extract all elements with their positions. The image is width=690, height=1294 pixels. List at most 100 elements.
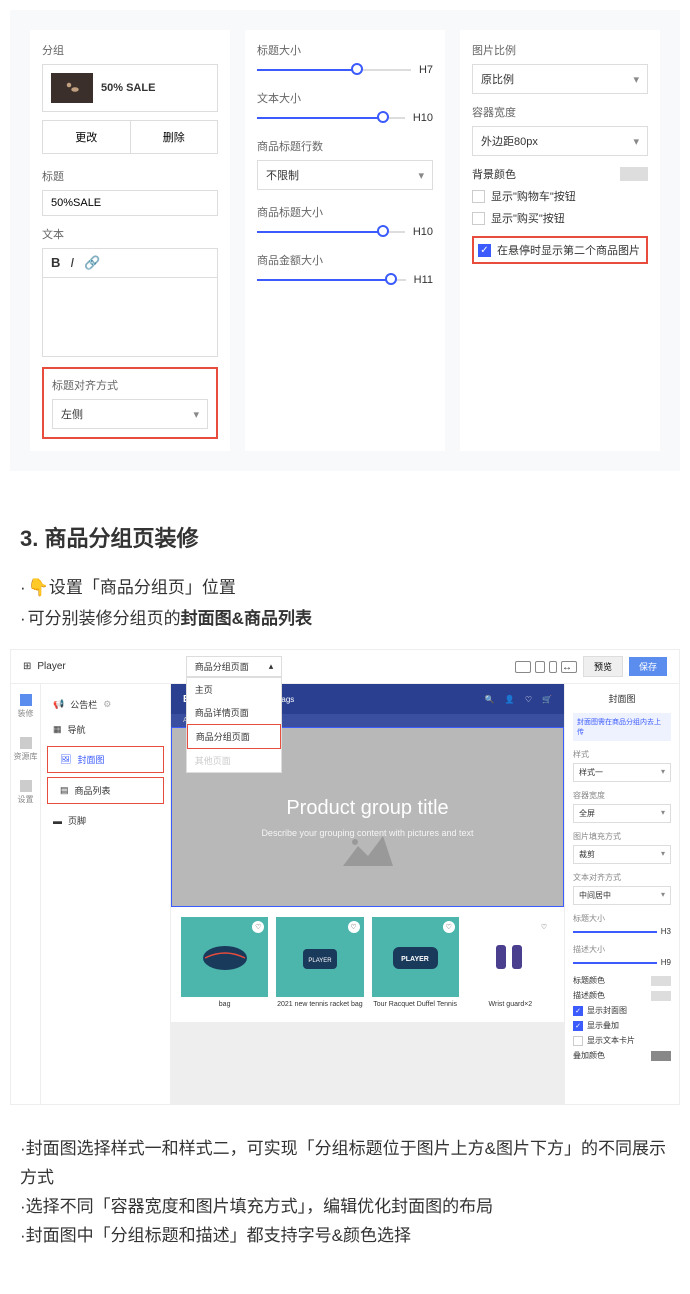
article-p3: 封面图中「分组标题和描述」都支持字号&颜色选择: [20, 1222, 670, 1251]
mountain-icon: [343, 836, 393, 866]
chevron-down-icon: [633, 135, 639, 148]
rp-notice: 封面图需在商品分组内去上传: [573, 713, 671, 741]
hover-second-checkbox[interactable]: ✓: [478, 244, 491, 257]
article-p2: 选择不同「容器宽度和图片填充方式」，编辑优化封面图的布局: [20, 1193, 670, 1222]
text-editor[interactable]: [42, 277, 218, 357]
bg-color-picker[interactable]: [620, 167, 648, 181]
section-sidebar: 📢公告栏⚙ ▦导航 🖼封面图 ▤商品列表 ▬页脚: [41, 684, 171, 1104]
ratio-select[interactable]: 原比例: [472, 64, 648, 94]
header-left: ⊞ Player: [23, 661, 66, 672]
nav-navigation[interactable]: ▦导航: [41, 717, 170, 742]
align-select[interactable]: 左侧: [52, 399, 208, 429]
title-lines-select[interactable]: 不限制: [257, 160, 433, 190]
save-button[interactable]: 保存: [629, 657, 667, 676]
title-color-picker[interactable]: [651, 976, 671, 986]
product-1[interactable]: ♡ bag: [181, 917, 268, 1012]
show-buy-row[interactable]: 显示"购买"按钮: [472, 210, 648, 226]
user-icon[interactable]: 👤: [505, 695, 515, 704]
bold-icon[interactable]: B: [51, 255, 60, 271]
hero-desc: Describe your grouping content with pict…: [261, 828, 473, 838]
show-card-checkbox[interactable]: [573, 1036, 583, 1046]
right-panel: 封面图 封面图需在商品分组内去上传 样式样式一 容器宽度全屏 图片填充方式裁剪 …: [564, 684, 679, 1104]
tablet-icon[interactable]: [535, 661, 545, 673]
show-cover-checkbox[interactable]: ✓: [573, 1006, 583, 1016]
rp-align-select[interactable]: 中间居中: [573, 886, 671, 905]
rp-desc-color-row: 描述颜色: [573, 990, 671, 1001]
heart-icon[interactable]: ♡: [525, 695, 532, 704]
product-title-size-value: H10: [413, 226, 433, 238]
dropdown-home[interactable]: 主页: [187, 678, 282, 701]
nav-icon: ▦: [53, 724, 62, 735]
rp-fill-select[interactable]: 裁剪: [573, 845, 671, 864]
ratio-label: 图片比例: [472, 42, 648, 58]
hover-second-row[interactable]: ✓ 在悬停时显示第二个商品图片: [478, 242, 642, 258]
fullwidth-icon[interactable]: ↔: [561, 661, 577, 673]
dropdown-other[interactable]: 其他页面: [187, 749, 282, 772]
editor-header: ⊞ Player 商品分组页面 ▴ 主页 商品详情页面 商品分组页面 其他页面 …: [11, 650, 679, 684]
nav-products[interactable]: ▤商品列表: [47, 777, 164, 804]
settings-icon: [20, 780, 32, 792]
desktop-icon[interactable]: [515, 661, 531, 673]
leftbar-resource[interactable]: 资源库: [14, 737, 38, 762]
delete-button[interactable]: 删除: [130, 120, 219, 154]
rp-show-overlay-row[interactable]: ✓显示叠加: [573, 1020, 671, 1031]
nav-footer[interactable]: ▬页脚: [41, 808, 170, 833]
mobile-icon[interactable]: [549, 661, 557, 673]
title-input[interactable]: [42, 190, 218, 216]
show-cart-checkbox[interactable]: [472, 190, 485, 203]
italic-icon[interactable]: I: [70, 255, 74, 271]
nav-cover[interactable]: 🖼封面图: [47, 746, 164, 773]
link-icon[interactable]: 🔗: [84, 255, 100, 271]
rp-show-cover-row[interactable]: ✓显示封面图: [573, 1005, 671, 1016]
announce-icon: 📢: [53, 699, 64, 710]
show-cart-row[interactable]: 显示"购物车"按钮: [472, 188, 648, 204]
width-label: 容器宽度: [472, 104, 648, 120]
text-size-label: 文本大小: [257, 90, 433, 106]
preview-button[interactable]: 预览: [583, 656, 623, 677]
product-price-size-slider[interactable]: [257, 279, 406, 281]
rp-width-select[interactable]: 全屏: [573, 804, 671, 823]
gear-icon[interactable]: ⚙: [103, 699, 111, 710]
leftbar-decorate[interactable]: 装修: [18, 694, 34, 719]
product-4[interactable]: ♡ Wrist guard×2: [467, 917, 554, 1012]
page-select[interactable]: 商品分组页面 ▴: [186, 656, 283, 677]
rp-desc-size-label: 描述大小: [573, 944, 671, 955]
chevron-down-icon: [661, 890, 665, 901]
rp-overlay-color-row: 叠加颜色: [573, 1050, 671, 1061]
product-2[interactable]: PLAYER ♡ 2021 new tennis racket bag: [276, 917, 363, 1012]
rp-style-select[interactable]: 样式一: [573, 763, 671, 782]
svg-text:PLAYER: PLAYER: [308, 958, 332, 964]
dropdown-detail[interactable]: 商品详情页面: [187, 701, 282, 724]
rp-desc-size-slider[interactable]: H9: [573, 958, 671, 967]
title-size-slider[interactable]: [257, 69, 411, 71]
text-toolbar: B I 🔗: [42, 248, 218, 277]
heart-icon[interactable]: ♡: [443, 921, 455, 933]
dropdown-group[interactable]: 商品分组页面: [187, 724, 282, 749]
title-lines-label: 商品标题行数: [257, 138, 433, 154]
width-select[interactable]: 外边距80px: [472, 126, 648, 156]
leftbar-settings[interactable]: 设置: [18, 780, 34, 805]
show-buy-checkbox[interactable]: [472, 212, 485, 225]
rp-fill-label: 图片填充方式: [573, 831, 671, 842]
change-button[interactable]: 更改: [42, 120, 130, 154]
rp-show-card-row[interactable]: 显示文本卡片: [573, 1035, 671, 1046]
show-overlay-checkbox[interactable]: ✓: [573, 1021, 583, 1031]
desc-color-picker[interactable]: [651, 991, 671, 1001]
resource-icon: [20, 737, 32, 749]
page-dropdown: 主页 商品详情页面 商品分组页面 其他页面: [186, 677, 283, 773]
product-title-size-slider[interactable]: [257, 231, 405, 233]
chevron-down-icon: [661, 808, 665, 819]
product-3[interactable]: PLAYER ♡ Tour Racquet Duffel Tennis: [372, 917, 459, 1012]
nav-announce[interactable]: 📢公告栏⚙: [41, 692, 170, 717]
rp-title-size-slider[interactable]: H3: [573, 927, 671, 936]
heart-icon[interactable]: ♡: [348, 921, 360, 933]
text-size-slider[interactable]: [257, 117, 405, 119]
bg-color-row: 背景颜色: [472, 166, 648, 182]
cart-icon[interactable]: 🛒: [542, 695, 552, 704]
section-3-heading: 3. 商品分组页装修: [20, 521, 670, 553]
search-icon[interactable]: 🔍: [485, 695, 495, 704]
title-label: 标题: [42, 168, 218, 184]
chevron-up-icon: ▴: [269, 661, 274, 672]
overlay-color-picker[interactable]: [651, 1051, 671, 1061]
group-thumbnail: [51, 73, 93, 103]
